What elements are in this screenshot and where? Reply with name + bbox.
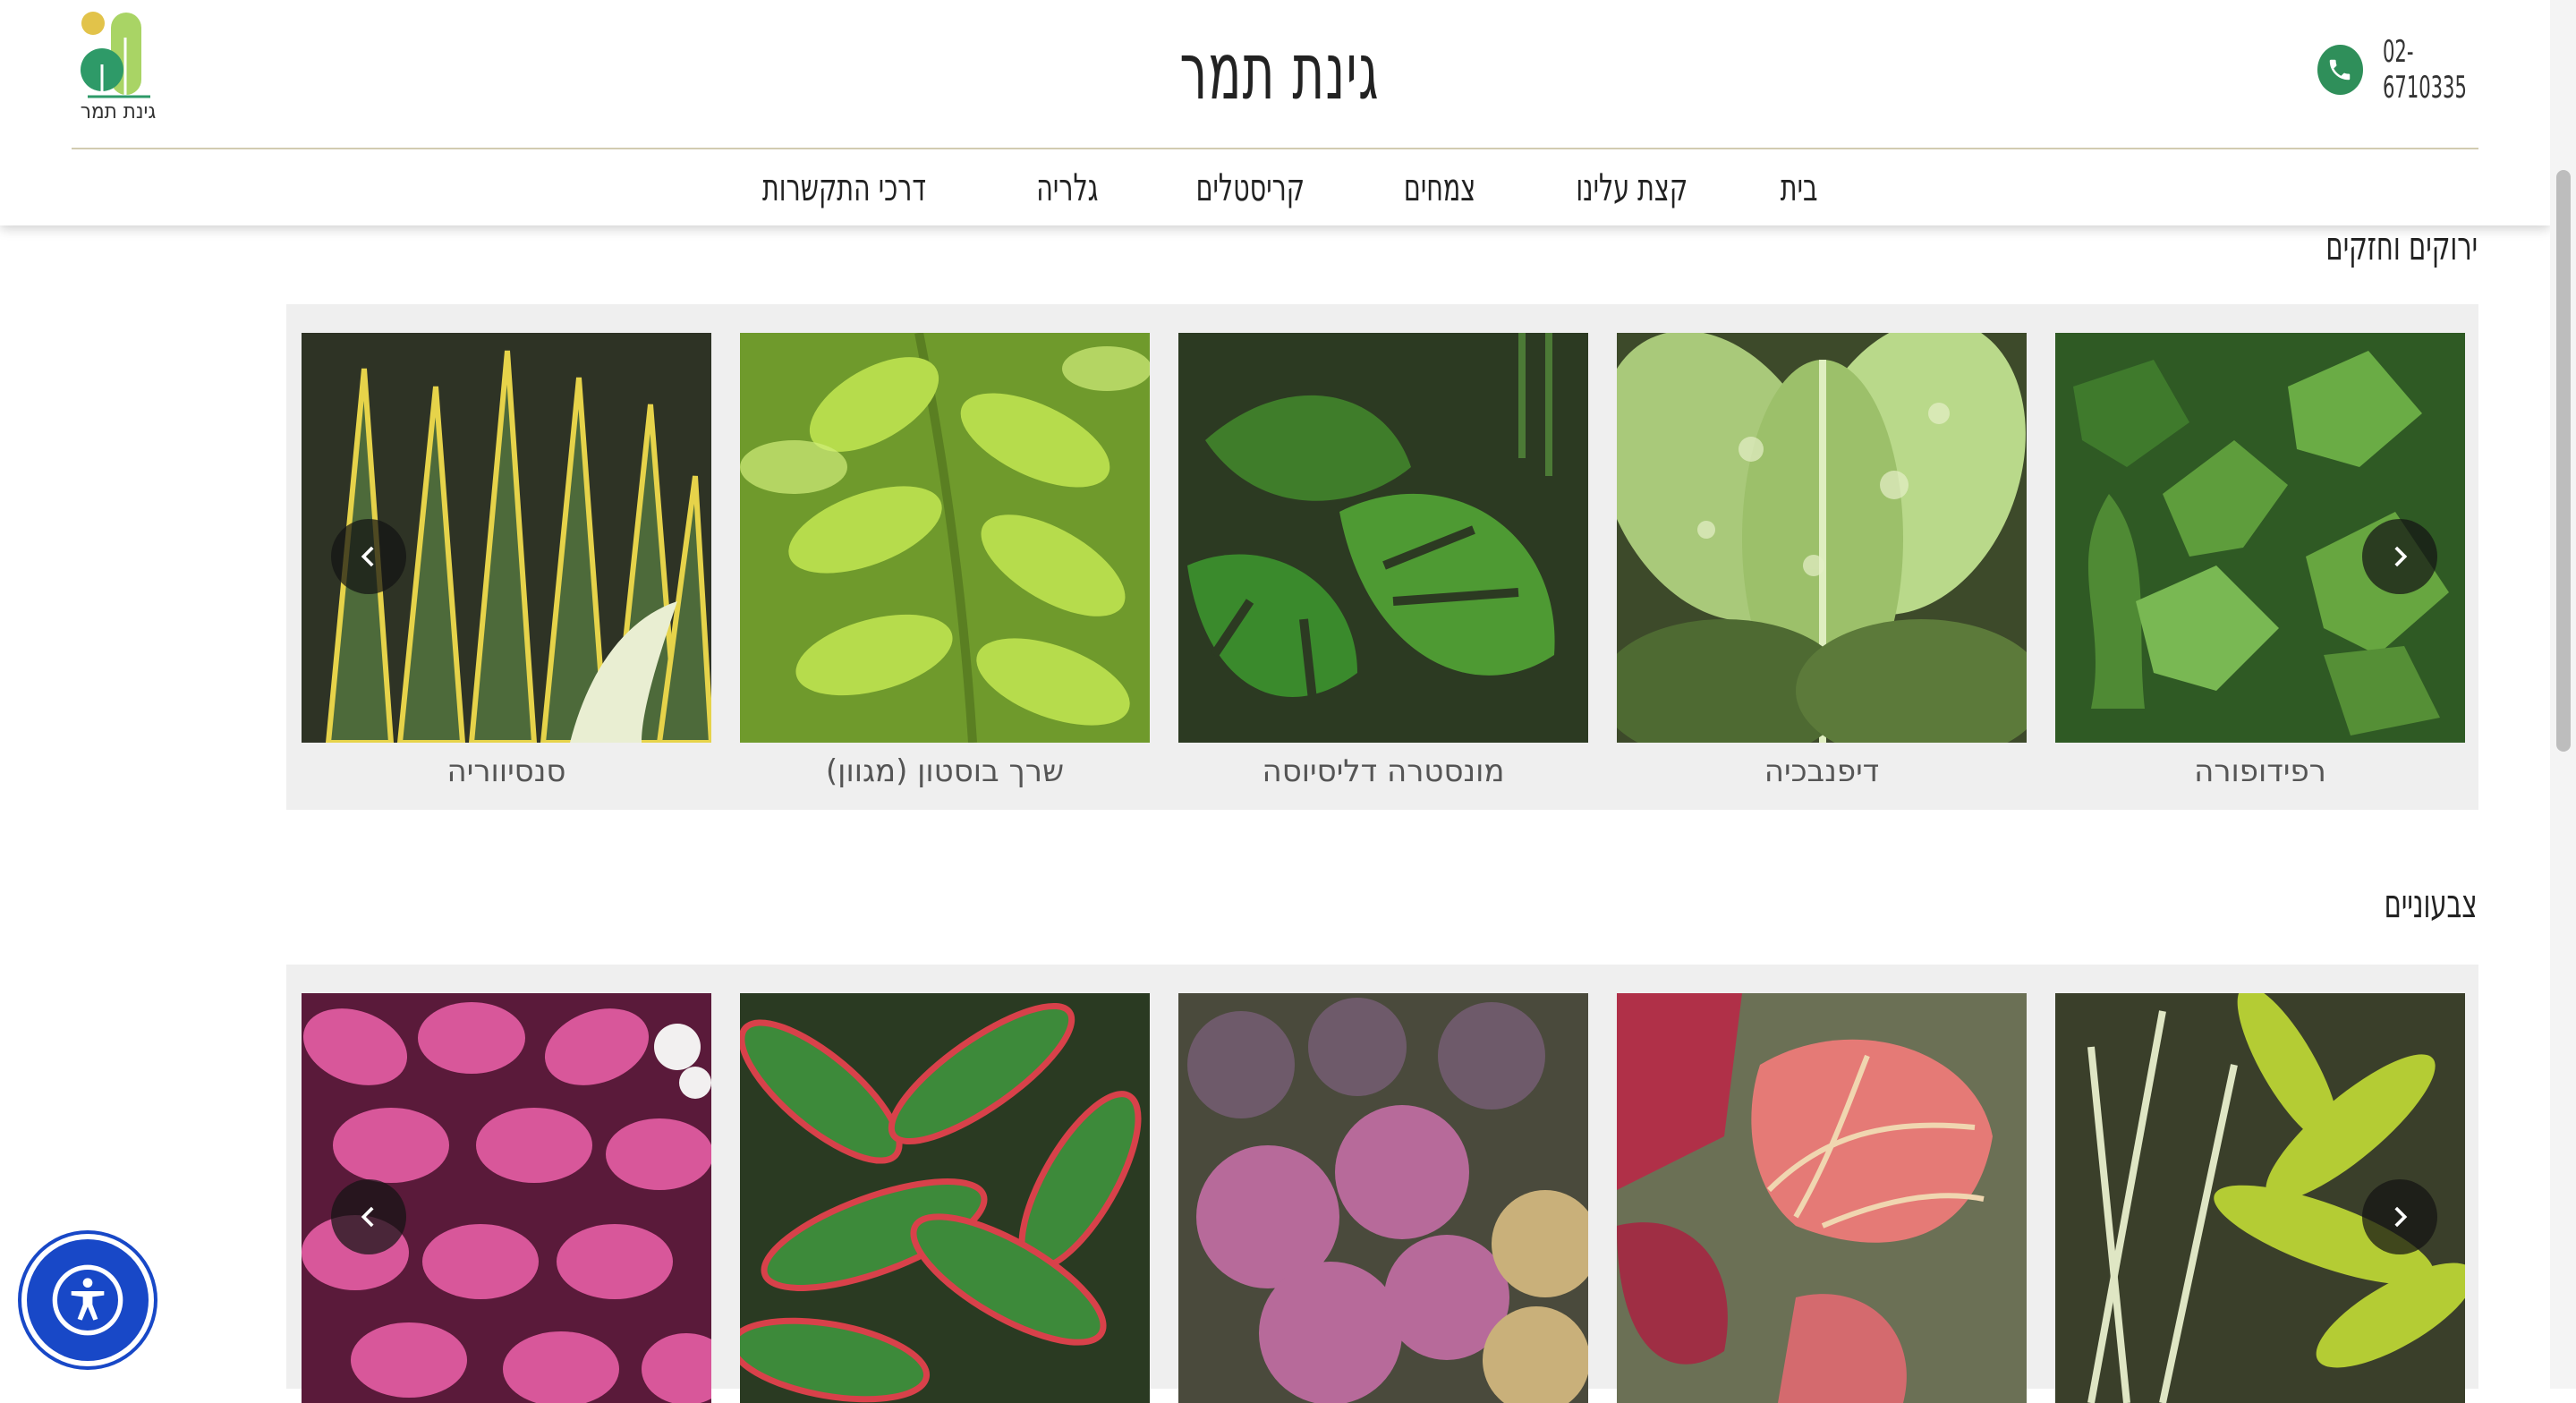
main-nav: בית קצת עלינו צמחים קריסטלים גלריה דרכי …	[0, 161, 2550, 215]
plant-carousel-colorful	[286, 965, 2478, 1403]
plant-image[interactable]	[1617, 333, 2027, 743]
nav-item-about[interactable]: קצת עלינו	[1577, 161, 1688, 215]
accessibility-icon	[52, 1264, 123, 1336]
phone-number[interactable]: 02-6710335	[2383, 34, 2487, 106]
nav-item-crystals[interactable]: קריסטלים	[1195, 161, 1304, 215]
nav-item-plants[interactable]: צמחים	[1404, 161, 1475, 215]
plant-caption[interactable]: רפידופורה	[2055, 753, 2465, 789]
chevron-left-icon	[361, 1206, 374, 1228]
prev-button[interactable]	[331, 519, 406, 594]
chevron-right-icon	[2394, 1206, 2408, 1228]
accessibility-button[interactable]	[27, 1239, 149, 1361]
plant-caption[interactable]: דיפנבכיה	[1617, 753, 2027, 789]
section-title-colorful: צבעוניים	[2384, 881, 2478, 927]
site-header: גינת תמר גינת תמר 02-6710335 בית קצת עלי…	[0, 0, 2550, 225]
logo-text: גינת תמר	[80, 98, 157, 123]
phone-contact[interactable]: 02-6710335	[2317, 34, 2550, 106]
plant-image[interactable]	[740, 333, 1150, 743]
plant-image[interactable]	[1617, 993, 2027, 1403]
plant-carousel-green: רפידופורה דיפנבכיה מונסטרה דליסיוסה שרך …	[286, 304, 2478, 810]
site-title[interactable]: גינת תמר	[1141, 25, 1418, 117]
plant-card[interactable]: דיפנבכיה	[1617, 333, 2027, 789]
plant-card[interactable]: שרך בוסטון (מגוון)	[740, 333, 1150, 789]
next-button[interactable]	[2362, 519, 2437, 594]
next-button[interactable]	[2362, 1179, 2437, 1254]
plant-image[interactable]	[1178, 333, 1588, 743]
plant-card[interactable]	[740, 993, 1150, 1403]
plant-image[interactable]	[1178, 993, 1588, 1403]
plant-caption[interactable]: שרך בוסטון (מגוון)	[740, 753, 1150, 789]
plant-card[interactable]	[1617, 993, 2027, 1403]
plant-card[interactable]	[1178, 993, 1588, 1403]
nav-item-home[interactable]: בית	[1781, 161, 1818, 215]
plant-caption[interactable]: סנסיווריה	[302, 753, 711, 789]
chevron-right-icon	[2394, 546, 2408, 567]
plant-card[interactable]: מונסטרה דליסיוסה	[1178, 333, 1588, 789]
prev-button[interactable]	[331, 1179, 406, 1254]
plant-caption[interactable]: מונסטרה דליסיוסה	[1178, 753, 1588, 789]
section-title-green: ירוקים וחזקים	[2325, 224, 2478, 269]
nav-item-gallery[interactable]: גלריה	[1036, 161, 1098, 215]
scrollbar-thumb[interactable]	[2556, 170, 2571, 752]
phone-icon	[2317, 45, 2363, 95]
plant-image[interactable]	[740, 993, 1150, 1403]
header-divider	[72, 148, 2478, 149]
nav-item-contact[interactable]: דרכי התקשרות	[762, 161, 926, 215]
chevron-left-icon	[361, 546, 374, 567]
